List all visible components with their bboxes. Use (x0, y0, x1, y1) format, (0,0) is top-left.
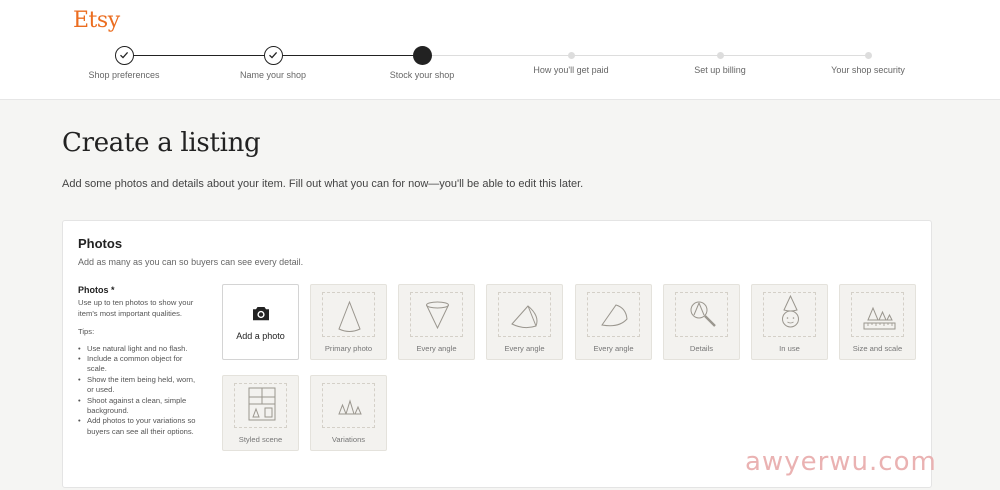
cone-side-icon (511, 305, 538, 329)
photo-slot-size-and-scale[interactable]: Size and scale (839, 284, 916, 360)
page-title: Create a listing (62, 128, 261, 158)
step-shop-preferences[interactable]: Shop preferences (54, 46, 194, 80)
step-label: Name your shop (239, 70, 307, 80)
etsy-logo[interactable]: Etsy (73, 8, 120, 33)
photo-slot-caption: Every angle (593, 344, 634, 353)
tip-item: Shoot against a clean, simple background… (78, 396, 203, 417)
step-your-shop-security: Your shop security (798, 46, 938, 75)
photo-slot-in-use[interactable]: In use (751, 284, 828, 360)
photos-section-description: Add as many as you can so buyers can see… (78, 257, 304, 267)
tip-item: Include a common object for scale. (78, 354, 203, 375)
cone-hat-face-icon (782, 294, 799, 328)
camera-icon (253, 307, 269, 321)
magnifier-cone-icon (690, 301, 716, 327)
header-bar: Etsy Shop preferences Name your shop Sto… (0, 0, 1000, 100)
step-name-your-shop[interactable]: Name your shop (203, 46, 343, 80)
setup-progress-tracker: Shop preferences Name your shop Stock yo… (0, 46, 1000, 86)
step-label: How you'll get paid (533, 65, 609, 75)
photo-slot-caption: In use (779, 344, 800, 353)
pending-step-dot-icon (716, 52, 724, 59)
photo-slot-details[interactable]: Details (663, 284, 740, 360)
photo-slot-caption: Variations (331, 435, 366, 444)
photo-slot-caption: Primary photo (324, 344, 373, 353)
photo-slot-variations[interactable]: Variations (310, 375, 387, 451)
photo-slot-every-angle-3[interactable]: Every angle (575, 284, 652, 360)
photo-slot-caption: Details (689, 344, 714, 353)
pending-step-dot-icon (864, 52, 872, 59)
cone-tilted-icon (601, 304, 628, 327)
tip-item: Use natural light and no flash. (78, 344, 203, 355)
photo-slot-styled-scene[interactable]: Styled scene (222, 375, 299, 451)
inverted-cone-icon (426, 301, 449, 330)
add-photo-button[interactable]: Add a photo (222, 284, 299, 360)
photo-slot-primary[interactable]: Primary photo (310, 284, 387, 360)
photos-field-label: Photos * (78, 285, 115, 295)
photos-section-title: Photos (78, 236, 123, 251)
photos-guidance: Photos * Use up to ten photos to show yo… (78, 285, 203, 437)
step-label: Your shop security (831, 65, 905, 75)
tip-item: Show the item being held, worn, or used. (78, 375, 203, 396)
step-label: Stock your shop (389, 70, 455, 80)
cone-icon (338, 300, 361, 332)
step-stock-your-shop[interactable]: Stock your shop (352, 46, 492, 80)
step-label: Set up billing (694, 65, 746, 75)
tips-title: Tips: (78, 327, 95, 337)
window-scene-icon (248, 387, 276, 421)
photo-slot-caption: Every angle (504, 344, 545, 353)
tips-list: Use natural light and no flash. Include … (78, 344, 203, 438)
checkmark-icon (263, 46, 283, 65)
tip-item: Add photos to your variations so buyers … (78, 416, 203, 437)
ruler-cones-icon (863, 306, 896, 330)
add-photo-label: Add a photo (236, 331, 285, 341)
photo-slot-every-angle-2[interactable]: Every angle (486, 284, 563, 360)
watermark: awyerwu.com (745, 447, 937, 477)
checkmark-icon (114, 46, 134, 65)
step-how-youll-get-paid: How you'll get paid (501, 46, 641, 75)
photo-slot-caption: Every angle (416, 344, 457, 353)
photos-field-help: Use up to ten photos to show your item's… (78, 298, 194, 318)
photo-slot-caption: Size and scale (852, 344, 903, 353)
pending-step-dot-icon (567, 52, 575, 59)
step-label: Shop preferences (88, 70, 160, 80)
page-subtitle: Add some photos and details about your i… (62, 178, 584, 190)
photo-slot-caption: Styled scene (238, 435, 283, 444)
current-step-dot-icon (412, 46, 432, 65)
step-set-up-billing: Set up billing (650, 46, 790, 75)
three-cones-icon (338, 399, 362, 415)
photo-slot-every-angle-1[interactable]: Every angle (398, 284, 475, 360)
